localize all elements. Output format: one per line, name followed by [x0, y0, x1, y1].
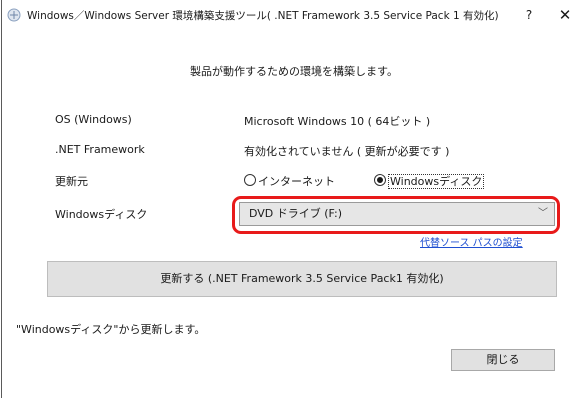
update-button[interactable]: 更新する (.NET Framework 3.5 Service Pack1 有…	[47, 261, 557, 297]
radio-windows-disk-label: Windowsディスク	[388, 174, 485, 189]
os-label: OS (Windows)	[55, 113, 132, 126]
net-framework-value: 有効化されていません ( 更新が必要です )	[244, 145, 450, 158]
net-framework-label: .NET Framework	[55, 143, 145, 156]
update-source-label: 更新元	[55, 175, 88, 188]
status-text: "Windowsディスク"から更新します。	[16, 323, 206, 336]
windows-disk-label: Windowsディスク	[55, 208, 148, 221]
radio-circle-windows-disk	[374, 174, 386, 186]
app-icon	[7, 8, 21, 22]
red-highlight-box	[232, 196, 560, 234]
dialog-window: Windows／Windows Server 環境構築支援ツール( .NET F…	[1, 0, 585, 398]
title-bar[interactable]: Windows／Windows Server 環境構築支援ツール( .NET F…	[2, 0, 585, 30]
help-button[interactable]: ?	[516, 4, 542, 26]
close-button[interactable]: 閉じる	[451, 349, 555, 371]
os-value: Microsoft Windows 10 ( 64ビット )	[244, 115, 431, 128]
radio-internet-label: インターネット	[258, 175, 335, 188]
radio-windows-disk[interactable]: Windowsディスク	[374, 173, 485, 189]
window-title: Windows／Windows Server 環境構築支援ツール( .NET F…	[27, 10, 499, 22]
radio-circle-internet	[244, 174, 256, 186]
alt-source-path-link[interactable]: 代替ソース パスの設定	[420, 234, 523, 249]
close-window-button[interactable]: ✕	[550, 4, 580, 26]
page-heading: 製品が動作するための環境を構築します。	[190, 65, 398, 78]
radio-internet[interactable]: インターネット	[244, 173, 335, 189]
